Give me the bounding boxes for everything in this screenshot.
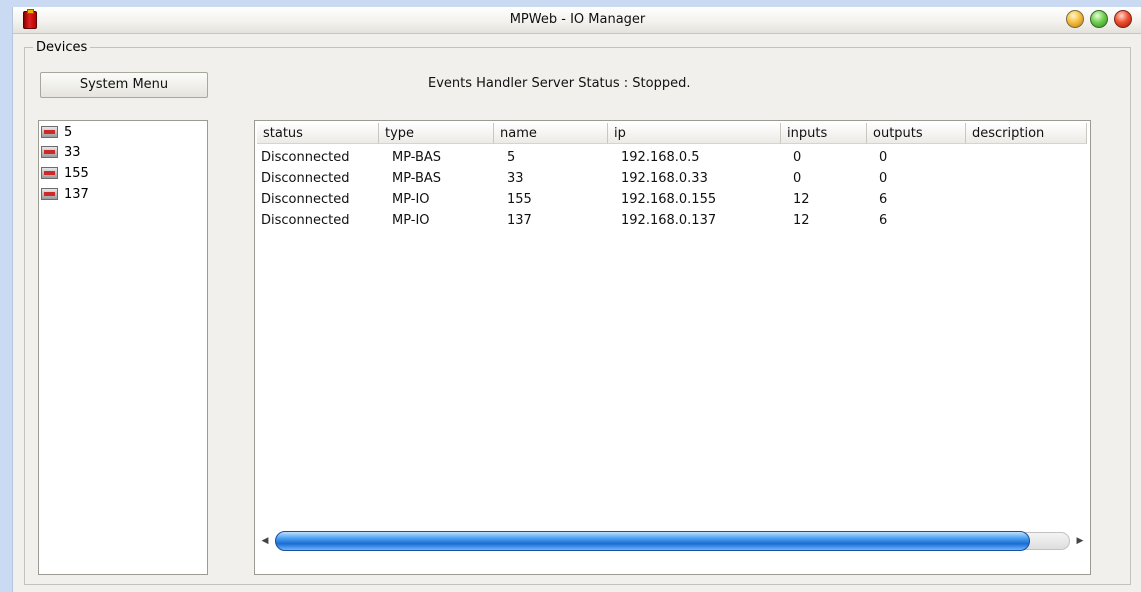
device-tree[interactable]: 5 33 155 137: [38, 120, 208, 575]
column-header-name[interactable]: name: [494, 123, 608, 144]
cell-ip: 192.168.0.137: [621, 213, 717, 228]
window-controls: [1066, 10, 1132, 28]
column-header-status[interactable]: status: [257, 123, 379, 144]
device-tree-label: 155: [64, 165, 89, 181]
device-tree-item[interactable]: 137: [41, 184, 89, 204]
device-icon: [41, 167, 58, 179]
cell-outputs: 0: [879, 171, 888, 186]
cell-status: Disconnected: [261, 150, 350, 165]
cell-name: 33: [507, 171, 524, 186]
table-row[interactable]: Disconnected MP-BAS 5 192.168.0.5 0 0: [255, 147, 1090, 168]
column-header-outputs[interactable]: outputs: [867, 123, 966, 144]
maximize-button[interactable]: [1090, 10, 1108, 28]
scroll-right-icon[interactable]: ▶: [1072, 533, 1088, 549]
cell-inputs: 0: [793, 171, 802, 186]
scroll-thumb[interactable]: [275, 531, 1030, 551]
cell-description: [973, 189, 979, 210]
column-header-description[interactable]: description: [966, 123, 1087, 144]
cell-ip: 192.168.0.155: [621, 192, 717, 207]
cell-outputs: 6: [879, 192, 888, 207]
column-header-inputs[interactable]: inputs: [781, 123, 867, 144]
cell-inputs: 0: [793, 150, 802, 165]
scroll-left-icon[interactable]: ◀: [257, 533, 273, 549]
system-menu-button[interactable]: System Menu: [40, 72, 208, 98]
cell-name: 137: [507, 213, 532, 228]
device-tree-item[interactable]: 5: [41, 122, 72, 142]
cell-type: MP-IO: [392, 192, 430, 207]
column-header-type[interactable]: type: [379, 123, 494, 144]
column-header-ip[interactable]: ip: [608, 123, 781, 144]
cell-status: Disconnected: [261, 192, 350, 207]
cell-ip: 192.168.0.33: [621, 171, 708, 186]
device-tree-label: 5: [64, 124, 73, 140]
table-row[interactable]: Disconnected MP-IO 137 192.168.0.137 12 …: [255, 210, 1090, 231]
device-icon: [41, 188, 58, 200]
cell-status: Disconnected: [261, 171, 350, 186]
device-icon: [41, 126, 58, 138]
cell-ip: 192.168.0.5: [621, 150, 700, 165]
table-row[interactable]: Disconnected MP-BAS 33 192.168.0.33 0 0: [255, 168, 1090, 189]
device-tree-item[interactable]: 33: [41, 142, 81, 162]
minimize-button[interactable]: [1066, 10, 1084, 28]
device-tree-item[interactable]: 155: [41, 163, 89, 183]
cell-type: MP-BAS: [392, 171, 442, 186]
server-status-text: Events Handler Server Status : Stopped.: [428, 76, 691, 91]
device-icon: [41, 146, 58, 158]
window-title: MPWeb - IO Manager: [509, 12, 646, 27]
table-row[interactable]: Disconnected MP-IO 155 192.168.0.155 12 …: [255, 189, 1090, 210]
cell-description: [973, 147, 979, 168]
app-window: MPWeb - IO Manager Devices System Menu E…: [12, 7, 1141, 592]
cell-name: 155: [507, 192, 532, 207]
title-bar[interactable]: MPWeb - IO Manager: [13, 7, 1141, 34]
device-tree-label: 33: [64, 144, 81, 160]
cell-inputs: 12: [793, 213, 810, 228]
cell-description: [973, 168, 979, 189]
cell-inputs: 12: [793, 192, 810, 207]
cell-type: MP-IO: [392, 213, 430, 228]
horizontal-scrollbar[interactable]: ◀ ▶: [257, 531, 1088, 551]
devices-group-label: Devices: [33, 40, 91, 55]
close-button[interactable]: [1114, 10, 1132, 28]
cell-name: 5: [507, 150, 516, 165]
devices-table[interactable]: status type name ip inputs outputs descr…: [254, 120, 1091, 575]
cell-outputs: 0: [879, 150, 888, 165]
device-tree-label: 137: [64, 186, 89, 202]
cell-type: MP-BAS: [392, 150, 442, 165]
cell-outputs: 6: [879, 213, 888, 228]
cell-description: [973, 210, 979, 231]
cell-status: Disconnected: [261, 213, 350, 228]
